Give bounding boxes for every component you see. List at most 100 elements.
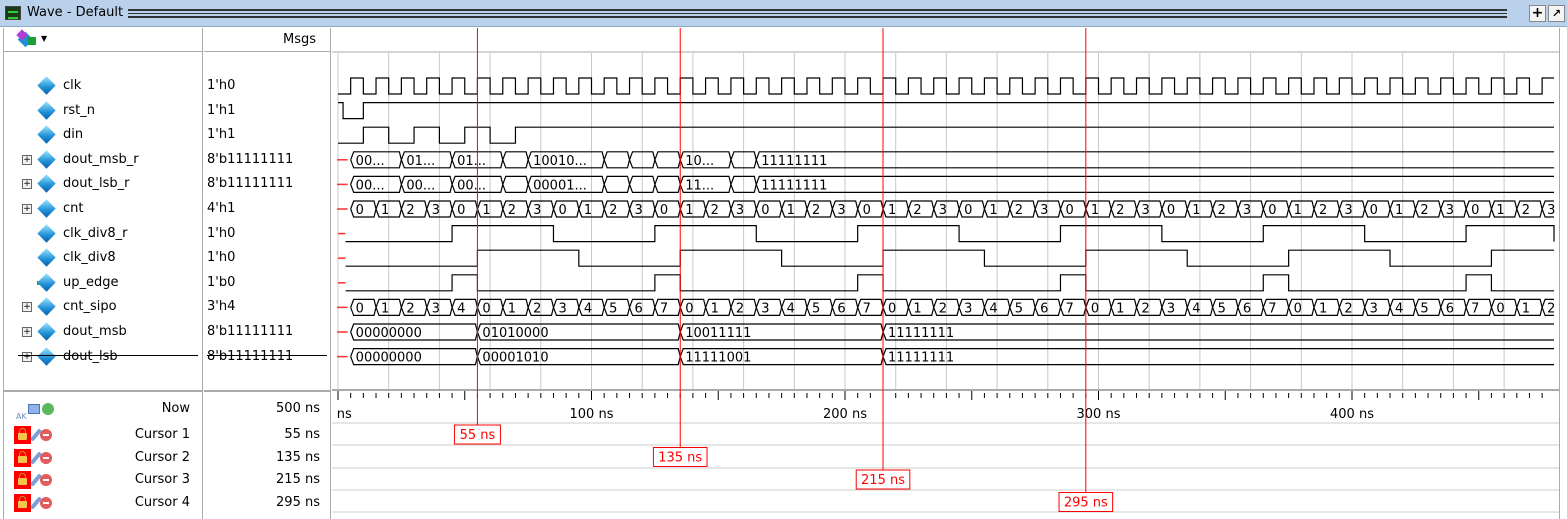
signal-diamond-icon bbox=[37, 150, 56, 169]
cursor-name: Cursor 1 bbox=[134, 427, 190, 442]
ruler-label: 300 ns bbox=[1077, 407, 1121, 422]
signal-row-dout_msb_r[interactable]: + dout_msb_r bbox=[4, 148, 202, 172]
signal-value-row[interactable]: 1'h1 bbox=[204, 99, 330, 123]
signal-diamond-icon bbox=[37, 322, 56, 341]
remove-cursor-icon[interactable] bbox=[40, 451, 52, 464]
signal-value-row[interactable]: 1'b0 bbox=[204, 271, 330, 295]
cursor-flag-label: 135 ns bbox=[658, 451, 702, 466]
bus-value: 4 bbox=[787, 301, 795, 316]
expand-icon[interactable]: + bbox=[22, 351, 32, 362]
bus-value: 3 bbox=[1344, 203, 1352, 218]
signal-row-rst_n[interactable]: rst_n bbox=[4, 99, 202, 123]
names-end-divider bbox=[18, 355, 198, 356]
remove-cursor-icon[interactable] bbox=[40, 496, 52, 509]
bus-value: 00001... bbox=[533, 178, 587, 193]
signal-value-row[interactable]: 1'h0 bbox=[204, 246, 330, 270]
signal-value-row[interactable]: 8'b11111111 bbox=[204, 148, 330, 172]
bus-value: 7 bbox=[1268, 301, 1276, 316]
bus-value: 11111111 bbox=[888, 351, 954, 366]
signal-row-dout_lsb_r[interactable]: + dout_lsb_r bbox=[4, 172, 202, 196]
bus-value: 2 bbox=[406, 203, 414, 218]
signal-value: 1'h1 bbox=[207, 127, 236, 143]
signal-row-dout_msb[interactable]: + dout_msb bbox=[4, 320, 202, 344]
bus-value: 0 bbox=[685, 301, 693, 316]
bus-value: 7 bbox=[1065, 301, 1073, 316]
wave-add-icon[interactable] bbox=[16, 29, 36, 48]
signal-name: rst_n bbox=[63, 102, 95, 118]
signal-value-row[interactable]: 8'b11111111 bbox=[204, 172, 330, 196]
signal-value: 8'b11111111 bbox=[207, 348, 294, 364]
signal-diamond-icon bbox=[37, 199, 56, 218]
cursor-value-row[interactable]: 135 ns bbox=[204, 447, 330, 469]
bus-value: 1 bbox=[1522, 301, 1530, 316]
expand-icon[interactable]: + bbox=[22, 327, 32, 337]
signal-value-row[interactable]: 1'h0 bbox=[204, 74, 330, 98]
cursor-row[interactable]: Cursor 4 bbox=[4, 492, 202, 514]
signal-row-clk_div8_r[interactable]: clk_div8_r bbox=[4, 222, 202, 246]
cursor-toolbar-icons[interactable]: AK bbox=[16, 402, 56, 421]
signal-row-cnt[interactable]: + cnt bbox=[4, 197, 202, 221]
chevron-down-icon[interactable]: ▼ bbox=[41, 34, 47, 43]
expand-icon[interactable]: + bbox=[22, 302, 32, 313]
bus-value: 11111111 bbox=[888, 326, 954, 341]
signal-row-clk_div8[interactable]: clk_div8 bbox=[4, 246, 202, 270]
bus-value: 0 bbox=[457, 203, 465, 218]
signal-name: up_edge bbox=[63, 274, 119, 290]
bus-value: 7 bbox=[660, 301, 668, 316]
bus-value: 10... bbox=[685, 154, 714, 169]
lock-icon[interactable] bbox=[14, 493, 31, 512]
bus-segment bbox=[603, 175, 631, 193]
bus-value: 1 bbox=[913, 301, 921, 316]
signal-value-row[interactable]: 8'b11111111 bbox=[204, 320, 330, 344]
signal-value-row[interactable]: 1'h0 bbox=[204, 222, 330, 246]
signal-row-din[interactable]: din bbox=[4, 123, 202, 147]
cursor-values-pane: 500 ns 55 ns 135 ns 215 ns 295 ns bbox=[204, 390, 330, 519]
cursor-row[interactable]: Cursor 3 bbox=[4, 469, 202, 491]
cursor-value-row[interactable]: 295 ns bbox=[204, 492, 330, 514]
bus-value: 3 bbox=[1370, 301, 1378, 316]
bus-value: 0 bbox=[1167, 203, 1175, 218]
bus-value: 1 bbox=[508, 301, 516, 316]
plus-icon[interactable]: + bbox=[1529, 5, 1546, 22]
cursor-value-row[interactable]: 215 ns bbox=[204, 469, 330, 491]
undock-icon[interactable]: ↗ bbox=[1548, 5, 1565, 22]
lock-icon[interactable] bbox=[14, 448, 31, 467]
titlebar-drag-handle[interactable] bbox=[128, 9, 1507, 18]
now-value: 500 ns bbox=[276, 401, 320, 416]
window-titlebar: Wave - Default + ↗ bbox=[0, 0, 1567, 27]
bus-value: 2 bbox=[1116, 203, 1124, 218]
bus-value: 4 bbox=[584, 301, 592, 316]
signal-value-row[interactable]: 4'h1 bbox=[204, 197, 330, 221]
cursor-row[interactable]: Cursor 1 bbox=[4, 424, 202, 446]
signal-value-row[interactable]: 8'b11111111 bbox=[204, 345, 330, 369]
expand-icon[interactable]: + bbox=[22, 179, 32, 190]
bus-value: 2 bbox=[1522, 203, 1530, 218]
lock-icon[interactable] bbox=[14, 471, 31, 489]
signal-row-up_edge[interactable]: up_edge bbox=[4, 271, 202, 295]
expand-icon[interactable]: + bbox=[22, 154, 32, 165]
signal-value: 3'h4 bbox=[207, 299, 236, 315]
bus-value: 0 bbox=[1268, 203, 1276, 218]
signal-value: 1'h0 bbox=[207, 225, 236, 241]
signal-value-row[interactable]: 3'h4 bbox=[204, 295, 330, 319]
bus-value: 0 bbox=[356, 203, 364, 218]
remove-cursor-icon[interactable] bbox=[40, 474, 52, 486]
bus-value: 2 bbox=[406, 301, 414, 316]
signal-row-dout_lsb[interactable]: + dout_lsb bbox=[4, 345, 202, 369]
bus-value: 6 bbox=[1446, 301, 1454, 316]
cursor-name: Cursor 2 bbox=[134, 449, 190, 465]
bus-value: 3 bbox=[939, 203, 947, 218]
expand-icon[interactable]: + bbox=[22, 204, 32, 214]
cursor-row[interactable]: Cursor 2 bbox=[4, 447, 202, 469]
cursor-value-row[interactable]: 55 ns bbox=[204, 424, 330, 446]
remove-cursor-icon[interactable] bbox=[40, 429, 52, 441]
signal-row-cnt_sipo[interactable]: + cnt_sipo bbox=[4, 295, 202, 319]
signal-row-clk[interactable]: clk bbox=[4, 74, 202, 98]
bus-value: 3 bbox=[1243, 203, 1251, 218]
cursor-flag-label: 215 ns bbox=[861, 473, 905, 488]
waveform-pane[interactable]: 00... 01... 01... 10010... 10... 1111111100..… bbox=[332, 28, 1560, 519]
bus-value: 2 bbox=[736, 301, 744, 316]
lock-icon[interactable] bbox=[14, 426, 31, 444]
signal-value: 1'h0 bbox=[207, 78, 236, 93]
signal-value-row[interactable]: 1'h1 bbox=[204, 123, 330, 147]
